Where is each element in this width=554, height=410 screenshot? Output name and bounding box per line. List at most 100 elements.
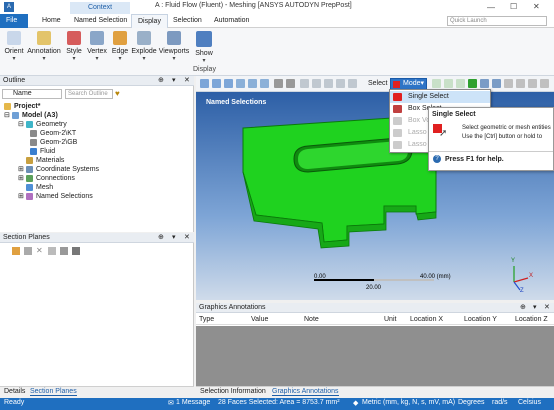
- tree-item-project[interactable]: Project*: [4, 103, 40, 111]
- column-note[interactable]: Note: [304, 316, 319, 323]
- section-planes-panel: Section Planes ⊕ ▾ ✕ ✕: [0, 233, 194, 386]
- message-icon[interactable]: ✉: [168, 399, 174, 407]
- select-vertex-icon[interactable]: [432, 79, 441, 88]
- cap-icon[interactable]: [60, 247, 68, 255]
- pin-icon[interactable]: ⊕: [158, 76, 164, 86]
- select-edge-icon[interactable]: [444, 79, 453, 88]
- next-view-icon[interactable]: [286, 79, 295, 88]
- pin-icon[interactable]: ⊕: [158, 233, 164, 243]
- column-location-z[interactable]: Location Z: [515, 316, 548, 323]
- tooltip-line2: Use the [Ctrl] button or hold to: [462, 134, 543, 140]
- close-panel-icon[interactable]: ✕: [544, 303, 550, 313]
- tab-home[interactable]: Home: [36, 14, 67, 28]
- status-angle[interactable]: Degrees: [458, 399, 484, 406]
- close-panel-icon[interactable]: ✕: [184, 233, 190, 243]
- tab-selection[interactable]: Selection: [167, 14, 208, 28]
- tree-item-geom-kt[interactable]: Geom-2\KT: [30, 130, 76, 138]
- tree-item-materials[interactable]: Materials: [26, 157, 64, 165]
- close-icon[interactable]: ✕: [533, 2, 540, 11]
- tree-item-fluid[interactable]: Fluid: [30, 148, 55, 156]
- expand-icon[interactable]: ⊞: [18, 166, 24, 174]
- select-face-icon[interactable]: [456, 79, 465, 88]
- magnify-icon[interactable]: [260, 79, 269, 88]
- tree-item-coordinate-systems[interactable]: ⊞ Coordinate Systems: [18, 166, 99, 174]
- edit-plane-icon[interactable]: [48, 247, 56, 255]
- hide-icon[interactable]: [348, 79, 357, 88]
- display-options-icon[interactable]: [312, 79, 321, 88]
- tree-item-geometry[interactable]: ⊟ Geometry: [18, 121, 67, 129]
- column-value[interactable]: Value: [251, 316, 268, 323]
- tab-details[interactable]: Details: [4, 388, 25, 395]
- section-icon[interactable]: [336, 79, 345, 88]
- annotation-button[interactable]: Annotation ▾: [26, 31, 62, 62]
- column-unit[interactable]: Unit: [384, 316, 396, 323]
- tree-item-connections[interactable]: ⊞ Connections: [18, 175, 75, 183]
- annotations-table-header: [196, 314, 554, 325]
- column-location-x[interactable]: Location X: [410, 316, 443, 323]
- collapse-icon[interactable]: ⊟: [18, 121, 24, 129]
- panel-menu-icon[interactable]: ▾: [172, 233, 176, 243]
- tab-automation[interactable]: Automation: [208, 14, 255, 28]
- status-units[interactable]: Metric (mm, kg, N, s, mV, mA): [362, 399, 455, 406]
- tab-graphics-annotations[interactable]: Graphics Annotations: [272, 388, 339, 396]
- tree-item-mesh[interactable]: Mesh: [26, 184, 53, 192]
- menu-item-label: Single Select: [408, 93, 449, 100]
- extend-icon[interactable]: [504, 79, 513, 88]
- tooltip-title: Single Select: [432, 111, 476, 118]
- tab-file[interactable]: File: [0, 14, 28, 28]
- zoom-icon[interactable]: [200, 79, 209, 88]
- close-panel-icon[interactable]: ✕: [184, 76, 190, 86]
- tab-display[interactable]: Display: [131, 14, 168, 28]
- expand-icon[interactable]: ⊞: [18, 193, 24, 201]
- show-button[interactable]: Show ▾: [190, 31, 218, 64]
- menu-item-single-select[interactable]: Single Select: [390, 91, 490, 103]
- panel-menu-icon[interactable]: ▾: [533, 303, 537, 313]
- orient-button[interactable]: Orient ▾: [0, 31, 28, 62]
- search-outline-input[interactable]: Search Outline: [65, 89, 113, 99]
- previous-view-icon[interactable]: [274, 79, 283, 88]
- tab-section-planes[interactable]: Section Planes: [30, 388, 77, 396]
- expand-icon[interactable]: ⊞: [18, 175, 24, 183]
- annotations-header: Graphics Annotations ⊕ ▾ ✕: [196, 303, 554, 313]
- pin-icon[interactable]: ⊕: [520, 303, 526, 313]
- plane-options-icon[interactable]: [72, 247, 80, 255]
- collapse-icon[interactable]: ⊟: [4, 112, 10, 120]
- status-messages[interactable]: 1 Message: [176, 399, 210, 406]
- orient-label: Orient: [4, 48, 24, 55]
- geometry-icon: [26, 121, 33, 128]
- explode-button[interactable]: Explode ▾: [130, 31, 158, 62]
- select-node-icon[interactable]: [480, 79, 489, 88]
- column-location-y[interactable]: Location Y: [464, 316, 497, 323]
- quick-launch-input[interactable]: Quick Launch: [447, 16, 547, 26]
- new-plane-icon[interactable]: [12, 247, 20, 255]
- select-by-icon[interactable]: [528, 79, 537, 88]
- axis-z-label: Z: [520, 288, 524, 294]
- zoom-box-icon[interactable]: [224, 79, 233, 88]
- tree-item-model[interactable]: ⊟ Model (A3): [4, 112, 58, 120]
- tree-item-geom-gb[interactable]: Geom-2\GB: [30, 139, 77, 147]
- panel-menu-icon[interactable]: ▾: [172, 76, 176, 86]
- name-filter-dropdown[interactable]: Name: [2, 89, 62, 99]
- delete-plane-icon[interactable]: ✕: [36, 246, 43, 255]
- tab-named-selection[interactable]: Named Selection: [68, 14, 133, 28]
- status-temp[interactable]: Celsius: [518, 399, 541, 406]
- zoom-fit-icon[interactable]: [212, 79, 221, 88]
- select-all-icon[interactable]: [516, 79, 525, 88]
- select-element-icon[interactable]: [492, 79, 501, 88]
- status-rate[interactable]: rad/s: [492, 399, 508, 406]
- filter-icon[interactable]: ♥: [115, 89, 120, 98]
- maximize-icon[interactable]: ☐: [510, 2, 517, 11]
- show-plane-icon[interactable]: [24, 247, 32, 255]
- viewports-button[interactable]: Viewports ▾: [158, 31, 190, 62]
- tree-item-named-selections[interactable]: ⊞ Named Selections: [18, 193, 93, 201]
- wireframe-icon[interactable]: [324, 79, 333, 88]
- bottom-tabs-left: Details Section Planes: [0, 386, 194, 398]
- pan-icon[interactable]: [248, 79, 257, 88]
- column-type[interactable]: Type: [199, 316, 214, 323]
- look-at-icon[interactable]: [300, 79, 309, 88]
- minimize-icon[interactable]: —: [487, 3, 495, 12]
- select-body-icon[interactable]: [468, 79, 477, 88]
- tab-selection-information[interactable]: Selection Information: [200, 388, 266, 395]
- convert-icon[interactable]: [540, 79, 549, 88]
- rotate-icon[interactable]: [236, 79, 245, 88]
